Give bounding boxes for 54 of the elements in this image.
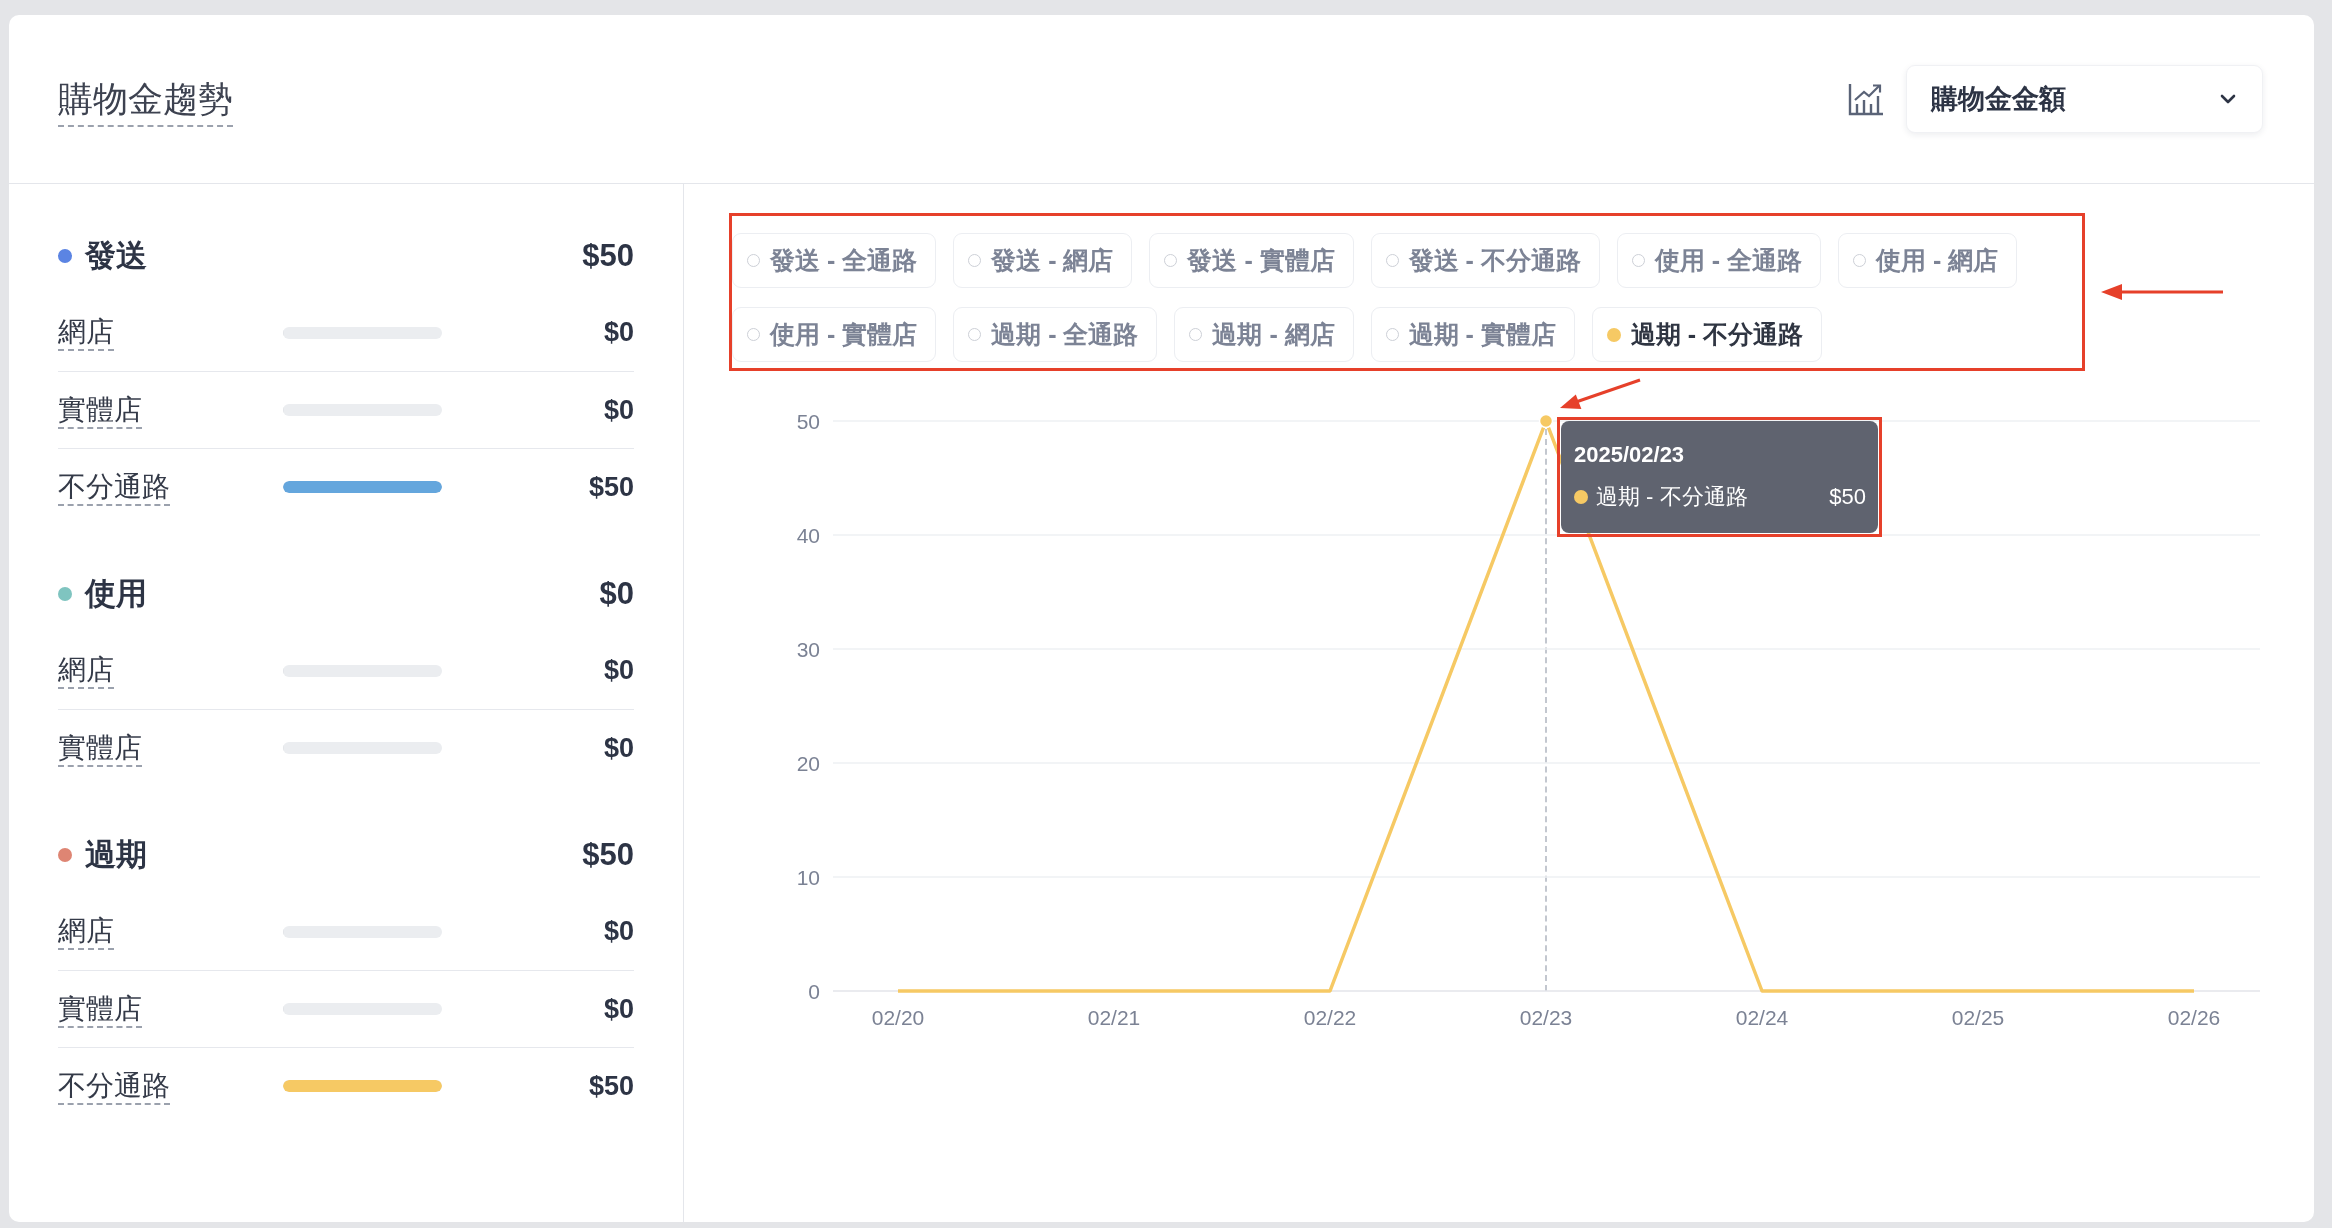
legend-item[interactable]: 使用 - 網店 — [1838, 233, 2018, 288]
channel-label: 網店 — [58, 652, 114, 689]
chevron-down-icon — [2220, 94, 2236, 104]
legend-item[interactable]: 使用 - 全通路 — [1616, 233, 1822, 288]
channel-amount: $0 — [603, 394, 634, 426]
channel-amount: $0 — [603, 916, 634, 947]
channel-amount: $0 — [603, 317, 634, 348]
data-point — [1538, 413, 1554, 429]
group-total: $50 — [582, 836, 634, 873]
legend-item[interactable]: 發送 - 全通路 — [732, 233, 937, 288]
group-total: $50 — [582, 237, 634, 274]
channel-amount: $0 — [603, 732, 634, 764]
legend-item[interactable]: 使用 - 實體店 — [732, 307, 937, 362]
channel-label: 網店 — [58, 913, 114, 950]
legend-item[interactable]: 發送 - 不分通路 — [1370, 233, 1600, 288]
channel-label: 實體店 — [58, 990, 142, 1028]
y-axis-label: 40 — [796, 524, 820, 547]
channel-amount: $0 — [603, 993, 634, 1025]
channel-amount: $0 — [603, 655, 634, 686]
legend-item[interactable]: 過期 - 實體店 — [1370, 307, 1575, 362]
metric-select[interactable]: 購物金金額 — [1906, 65, 2263, 133]
y-axis-label: 50 — [796, 410, 820, 433]
tooltip-value: $50 — [1828, 483, 1866, 511]
x-axis-label: 02/23 — [1519, 1006, 1573, 1029]
legend-item[interactable]: 過期 - 全通路 — [953, 307, 1158, 362]
group-total: $0 — [599, 575, 634, 612]
channel-label: 不分通路 — [58, 468, 170, 506]
legend-item[interactable]: 發送 - 實體店 — [1149, 233, 1354, 288]
channel-amount: $50 — [588, 471, 634, 503]
card-title: 購物金趨勢 — [58, 75, 233, 127]
group-name: 過期 — [85, 835, 147, 874]
channel-label: 實體店 — [58, 391, 142, 429]
tooltip-title: 2025/02/23 — [1574, 441, 1686, 469]
channel-label: 網店 — [58, 314, 114, 351]
y-axis-label: 10 — [796, 866, 820, 889]
x-axis-label: 02/25 — [1951, 1006, 2005, 1029]
x-axis-label: 02/26 — [2167, 1006, 2221, 1029]
tooltip-series-label: 過期 - 不分通路 — [1596, 483, 1748, 511]
group-name: 發送 — [85, 236, 147, 275]
y-axis-label: 20 — [796, 752, 820, 775]
x-axis-label: 02/21 — [1087, 1006, 1141, 1029]
group-name: 使用 — [85, 574, 147, 613]
y-axis-label: 0 — [808, 980, 820, 1003]
channel-label: 實體店 — [58, 729, 142, 767]
legend-item[interactable]: 發送 - 網店 — [953, 233, 1133, 288]
channel-amount: $50 — [588, 1070, 634, 1102]
legend-item[interactable]: 過期 - 網店 — [1174, 307, 1354, 362]
x-axis-label: 02/20 — [871, 1006, 925, 1029]
x-axis-label: 02/22 — [1303, 1006, 1357, 1029]
line-chart-icon[interactable] — [1848, 82, 1884, 116]
y-axis-label: 30 — [796, 638, 820, 661]
channel-label: 不分通路 — [58, 1067, 170, 1105]
x-axis-label: 02/24 — [1735, 1006, 1789, 1029]
legend-item[interactable]: 過期 - 不分通路 — [1591, 307, 1823, 362]
